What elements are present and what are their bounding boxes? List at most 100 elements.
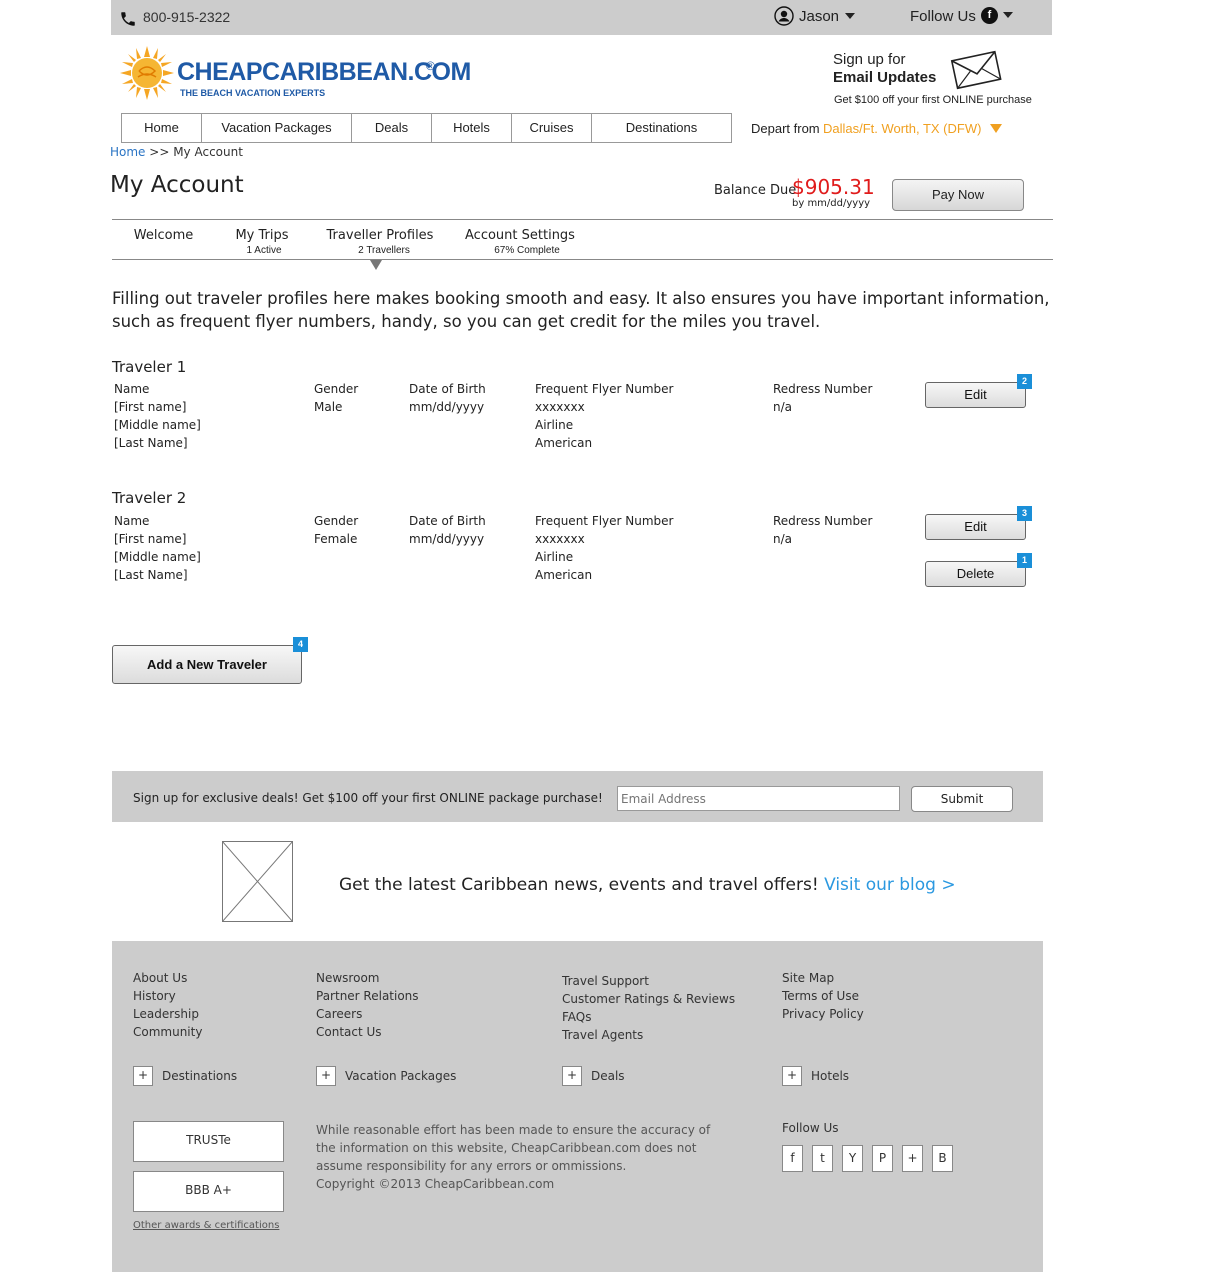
footer-link-travel-support[interactable]: Travel Support xyxy=(562,974,649,988)
bbb-badge[interactable]: BBB A+ xyxy=(133,1171,284,1212)
phone-number[interactable]: 800-915-2322 xyxy=(143,9,230,25)
balance-label: Balance Due xyxy=(714,183,797,198)
envelope-icon[interactable] xyxy=(950,48,1002,90)
footer-link-site-map[interactable]: Site Map xyxy=(782,971,834,985)
middle-name: [Middle name] xyxy=(114,418,201,432)
add-traveler-button[interactable]: Add a New Traveler xyxy=(112,645,302,684)
footer-section-destinations[interactable]: Destinations xyxy=(162,1069,237,1083)
breadcrumb-home-link[interactable]: Home xyxy=(110,145,145,159)
chevron-down-icon[interactable] xyxy=(845,13,855,19)
pinterest-icon[interactable]: P xyxy=(872,1145,893,1172)
main-nav: Home Vacation Packages Deals Hotels Crui… xyxy=(121,113,732,143)
footer-link-about[interactable]: About Us xyxy=(133,971,187,985)
gender-header: Gender xyxy=(314,514,359,528)
footer-link-careers[interactable]: Careers xyxy=(316,1007,362,1021)
breadcrumb-current: My Account xyxy=(173,145,243,159)
tab-traveller-profiles-sub: 2 Travellers xyxy=(358,245,410,256)
submit-button[interactable]: Submit xyxy=(911,786,1013,812)
gender-value: Female xyxy=(314,532,358,546)
footer-link-partner-relations[interactable]: Partner Relations xyxy=(316,989,419,1003)
gender-value: Male xyxy=(314,400,343,414)
email-signup-line1[interactable]: Sign up for xyxy=(833,51,906,68)
breadcrumb-separator: >> xyxy=(149,145,170,159)
nav-cruises[interactable]: Cruises xyxy=(512,114,592,142)
footer-section-deals[interactable]: Deals xyxy=(591,1069,625,1083)
footer-link-terms[interactable]: Terms of Use xyxy=(782,989,859,1003)
tab-traveller-profiles[interactable]: Traveller Profiles xyxy=(322,228,438,243)
tabs-divider xyxy=(112,219,1053,220)
blog-icon[interactable]: B xyxy=(932,1145,953,1172)
tab-welcome[interactable]: Welcome xyxy=(126,228,201,243)
expand-deals-button[interactable]: + xyxy=(562,1066,582,1086)
registered-mark: ® xyxy=(426,59,435,73)
user-icon[interactable] xyxy=(774,6,794,26)
ff-number: xxxxxxx xyxy=(535,400,585,414)
footer-section-vacation-packages[interactable]: Vacation Packages xyxy=(345,1069,456,1083)
last-name: [Last Name] xyxy=(114,568,188,582)
google-plus-icon[interactable]: + xyxy=(902,1145,923,1172)
tab-account-settings[interactable]: Account Settings xyxy=(464,228,576,243)
footer-follow-label: Follow Us xyxy=(782,1121,839,1135)
email-input[interactable] xyxy=(617,786,900,811)
ff-header: Frequent Flyer Number xyxy=(535,382,674,396)
depart-city-select[interactable]: Dallas/Ft. Worth, TX (DFW) xyxy=(823,121,981,136)
ff-airline-label: Airline xyxy=(535,550,574,564)
delete-traveler-button[interactable]: Delete xyxy=(925,561,1026,587)
footer-link-newsroom[interactable]: Newsroom xyxy=(316,971,379,985)
annotation-badge: 3 xyxy=(1017,506,1032,521)
truste-badge[interactable]: TRUSTe xyxy=(133,1121,284,1162)
youtube-icon[interactable]: Y xyxy=(842,1145,863,1172)
redress-value: n/a xyxy=(773,400,793,414)
facebook-icon[interactable]: f xyxy=(782,1145,803,1172)
user-menu[interactable]: Jason xyxy=(799,8,839,25)
annotation-badge: 2 xyxy=(1017,374,1032,389)
footer-link-history[interactable]: History xyxy=(133,989,176,1003)
last-name: [Last Name] xyxy=(114,436,188,450)
tabs-divider xyxy=(112,259,1053,260)
first-name: [First name] xyxy=(114,400,187,414)
tab-my-trips-sub: 1 Active xyxy=(246,245,282,256)
expand-vacation-packages-button[interactable]: + xyxy=(316,1066,336,1086)
gender-header: Gender xyxy=(314,382,359,396)
edit-traveler-button[interactable]: Edit xyxy=(925,382,1026,408)
sun-logo-icon[interactable] xyxy=(119,45,175,101)
blog-promo: Get the latest Caribbean news, events an… xyxy=(339,875,956,895)
redress-header: Redress Number xyxy=(773,514,873,528)
nav-deals[interactable]: Deals xyxy=(352,114,432,142)
footer-link-community[interactable]: Community xyxy=(133,1025,202,1039)
page-title: My Account xyxy=(110,172,244,198)
tab-account-settings-sub: 67% Complete xyxy=(494,245,560,256)
footer-link-travel-agents[interactable]: Travel Agents xyxy=(562,1028,643,1042)
email-signup-line2[interactable]: Email Updates xyxy=(833,69,936,86)
footer-section-hotels[interactable]: Hotels xyxy=(811,1069,849,1083)
footer-link-privacy[interactable]: Privacy Policy xyxy=(782,1007,864,1021)
tab-my-trips[interactable]: My Trips xyxy=(222,228,302,243)
redress-value: n/a xyxy=(773,532,793,546)
edit-traveler-button[interactable]: Edit xyxy=(925,514,1026,540)
annotation-badge: 1 xyxy=(1017,553,1032,568)
footer-link-contact[interactable]: Contact Us xyxy=(316,1025,382,1039)
redress-header: Redress Number xyxy=(773,382,873,396)
nav-vacation-packages[interactable]: Vacation Packages xyxy=(202,114,352,142)
nav-hotels[interactable]: Hotels xyxy=(432,114,512,142)
footer-link-ratings[interactable]: Customer Ratings & Reviews xyxy=(562,992,735,1006)
nav-home[interactable]: Home xyxy=(122,114,202,142)
facebook-icon[interactable]: f xyxy=(981,7,998,24)
pay-now-button[interactable]: Pay Now xyxy=(892,179,1024,211)
footer-link-leadership[interactable]: Leadership xyxy=(133,1007,199,1021)
expand-destinations-button[interactable]: + xyxy=(133,1066,153,1086)
footer-link-faqs[interactable]: FAQs xyxy=(562,1010,592,1024)
other-awards-link[interactable]: Other awards & certifications xyxy=(133,1220,279,1231)
expand-hotels-button[interactable]: + xyxy=(782,1066,802,1086)
breadcrumb: Home >> My Account xyxy=(110,145,243,159)
email-signup-offer: Get $100 off your first ONLINE purchase xyxy=(834,94,1032,106)
ff-airline: American xyxy=(535,568,593,582)
logo-tagline: THE BEACH VACATION EXPERTS xyxy=(180,88,326,98)
chevron-down-icon[interactable] xyxy=(990,124,1002,133)
chevron-down-icon[interactable] xyxy=(1003,12,1013,18)
blog-link[interactable]: Visit our blog > xyxy=(824,875,956,895)
twitter-icon[interactable]: t xyxy=(812,1145,833,1172)
dob-value: mm/dd/yyyy xyxy=(409,400,485,414)
nav-destinations[interactable]: Destinations xyxy=(592,114,731,142)
follow-us-menu[interactable]: Follow Us xyxy=(910,8,976,25)
